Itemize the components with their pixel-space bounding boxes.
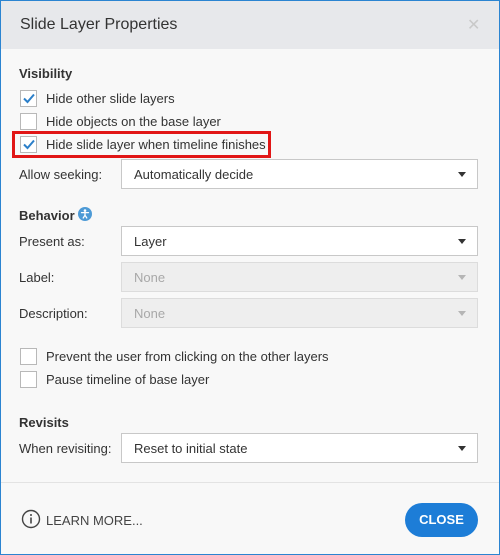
accessibility-icon[interactable] [78, 207, 92, 221]
checkbox-unchecked[interactable] [20, 113, 37, 130]
description-dropdown: None [121, 298, 478, 328]
dropdown-value: Layer [134, 234, 167, 249]
chevron-down-icon [458, 446, 466, 451]
allow-seeking-label: Allow seeking: [19, 167, 103, 182]
accessibility-figure [80, 209, 90, 219]
chevron-down-icon [458, 311, 466, 316]
section-heading-visibility: Visibility [19, 66, 73, 81]
checkbox-unchecked[interactable] [20, 371, 37, 388]
checkbox-label: Hide other slide layers [46, 91, 175, 106]
chevron-down-icon [458, 275, 466, 280]
label-field-label: Label: [19, 270, 55, 285]
info-icon [21, 509, 41, 529]
title-bar: Slide Layer Properties ✕ [1, 1, 499, 49]
label-dropdown: None [121, 262, 478, 292]
section-heading-behavior: Behavior [19, 208, 75, 223]
when-revisiting-dropdown[interactable]: Reset to initial state [121, 433, 478, 463]
close-button[interactable]: CLOSE [405, 503, 478, 537]
checkbox-label: Hide objects on the base layer [46, 114, 221, 129]
allow-seeking-dropdown[interactable]: Automatically decide [121, 159, 478, 189]
checkmark-icon [23, 93, 35, 104]
chevron-down-icon [458, 172, 466, 177]
checkbox-label: Pause timeline of base layer [46, 372, 210, 387]
checkbox-checked[interactable] [20, 90, 37, 107]
dropdown-value: Reset to initial state [134, 441, 248, 456]
learn-more-label: LEARN MORE... [46, 513, 143, 528]
dropdown-value: None [134, 270, 166, 285]
section-heading-revisits: Revisits [19, 415, 69, 430]
dropdown-value: Automatically decide [134, 167, 254, 182]
description-field-label: Description: [19, 306, 88, 321]
highlight-box [12, 131, 271, 158]
slide-layer-properties-dialog: Slide Layer Properties ✕ Visibility Hide… [0, 0, 500, 555]
checkbox-label: Prevent the user from clicking on the ot… [46, 349, 329, 364]
present-as-dropdown[interactable]: Layer [121, 226, 478, 256]
close-icon[interactable]: ✕ [467, 15, 480, 35]
present-as-label: Present as: [19, 234, 85, 249]
when-revisiting-label: When revisiting: [19, 441, 112, 456]
chevron-down-icon [458, 239, 466, 244]
footer-divider [1, 482, 499, 483]
checkbox-unchecked[interactable] [20, 348, 37, 365]
dialog-title: Slide Layer Properties [20, 16, 178, 33]
dropdown-value: None [134, 306, 166, 321]
